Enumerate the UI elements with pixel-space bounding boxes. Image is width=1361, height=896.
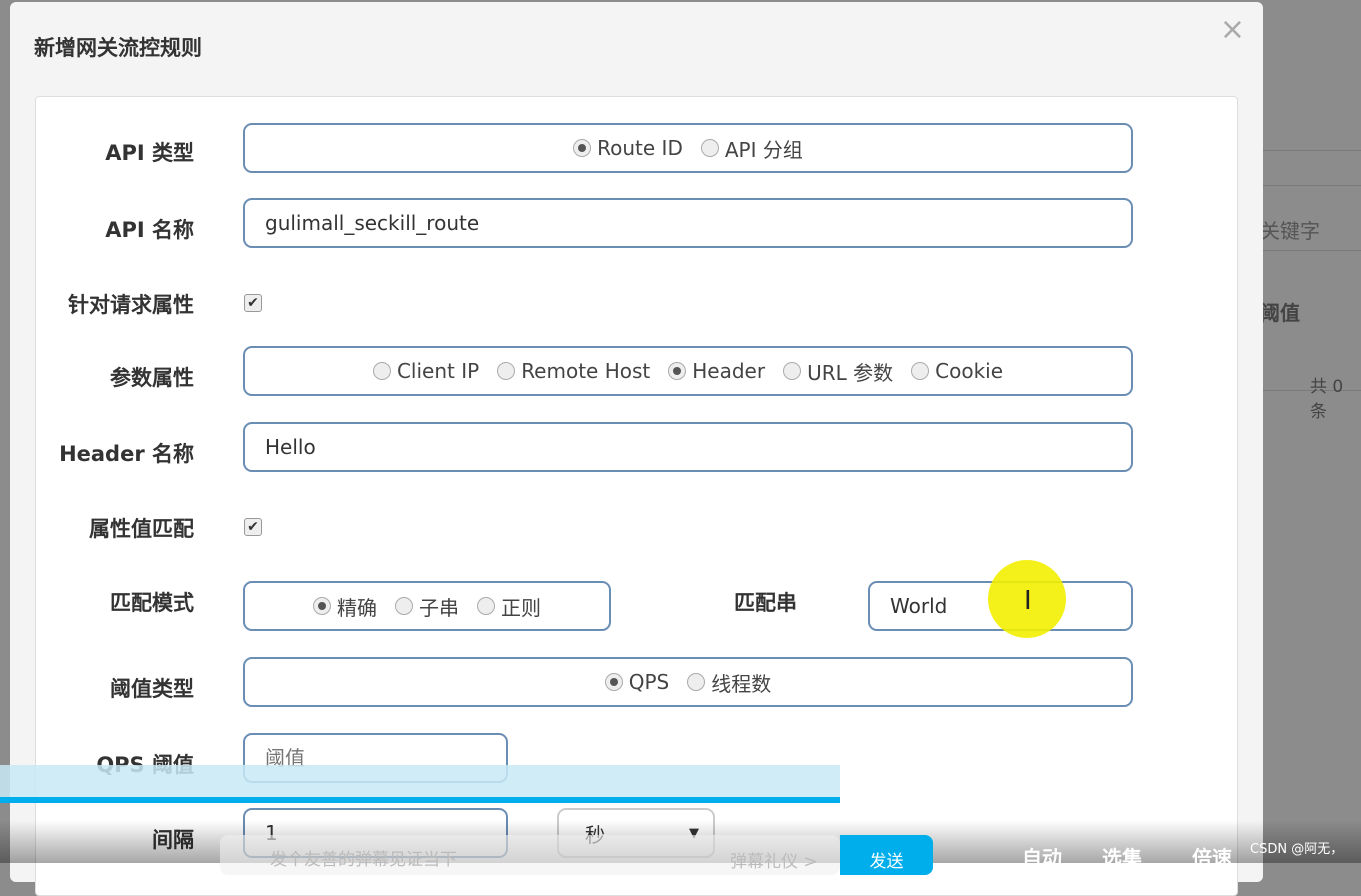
header-name-input[interactable] — [245, 435, 1131, 459]
dialog-title: 新增网关流控规则 — [34, 36, 202, 60]
radio-regex[interactable]: 正则 — [477, 592, 541, 621]
radio-client-ip[interactable]: Client IP — [372, 359, 480, 383]
request-attr-label: 针对请求属性 — [68, 293, 194, 317]
radio-icon — [573, 139, 592, 157]
api-name-label: API 名称 — [105, 218, 194, 242]
episodes-button[interactable]: 选集 — [1102, 842, 1142, 871]
danmaku-placeholder: 发个友善的弹幕见证当下 — [270, 850, 457, 870]
option-label: 线程数 — [711, 671, 772, 696]
radio-exact[interactable]: 精确 — [313, 592, 377, 621]
radio-header[interactable]: Header — [668, 359, 765, 383]
radio-icon — [372, 362, 391, 380]
option-label: Client IP — [396, 359, 480, 383]
match-mode-radio-group: 精确 子串 正则 — [243, 581, 611, 631]
radio-icon — [604, 673, 623, 691]
value-match-label: 属性值匹配 — [89, 517, 194, 541]
radio-url-param[interactable]: URL 参数 — [783, 357, 893, 386]
radio-api-group[interactable]: API 分组 — [700, 134, 803, 163]
option-label: 精确 — [337, 595, 377, 620]
add-gateway-flow-rule-dialog: 新增网关流控规则 × API 类型 Route ID API 分组 API 名称… — [10, 2, 1263, 896]
header-name-label: Header 名称 — [59, 442, 194, 466]
param-attr-label: 参数属性 — [110, 366, 194, 390]
video-progress-bar[interactable] — [0, 797, 840, 803]
option-label: Cookie — [935, 359, 1004, 383]
watermark: CSDN @阿无， — [1250, 842, 1344, 857]
radio-icon — [911, 362, 930, 380]
radio-route-id[interactable]: Route ID — [573, 136, 683, 160]
speed-button[interactable]: 倍速 — [1192, 842, 1232, 871]
request-attr-checkbox[interactable]: ✔ — [244, 294, 262, 312]
option-label: API 分组 — [724, 137, 803, 162]
option-label: Remote Host — [521, 359, 651, 383]
option-label: 正则 — [501, 595, 541, 620]
close-icon[interactable]: × — [1220, 12, 1245, 47]
radio-icon — [687, 673, 706, 691]
background-total: 共 0 条 — [1310, 377, 1344, 422]
radio-icon — [700, 139, 719, 157]
api-type-label: API 类型 — [105, 141, 194, 165]
radio-icon — [783, 362, 802, 380]
option-label: Route ID — [597, 136, 683, 160]
radio-substring[interactable]: 子串 — [395, 592, 459, 621]
radio-thread-count[interactable]: 线程数 — [687, 668, 771, 697]
match-string-label: 匹配串 — [734, 591, 797, 615]
danmaku-input[interactable]: 发个友善的弹幕见证当下 弹幕礼仪 > — [220, 835, 840, 875]
background-column-header: 阈值 — [1260, 301, 1300, 325]
api-name-input[interactable] — [245, 211, 1131, 235]
threshold-type-radio-group: QPS 线程数 — [243, 657, 1133, 707]
text-cursor-icon: I — [1024, 586, 1032, 616]
send-danmaku-button[interactable]: 发送 — [840, 835, 933, 875]
radio-icon — [668, 362, 687, 380]
option-label: URL 参数 — [807, 360, 894, 385]
radio-icon — [497, 362, 516, 380]
match-mode-label: 匹配模式 — [110, 591, 194, 615]
background-search-placeholder: 关键字 — [1260, 219, 1320, 243]
danmaku-etiquette-link[interactable]: 弹幕礼仪 > — [730, 847, 818, 872]
api-type-radio-group: Route ID API 分组 — [243, 123, 1133, 173]
radio-icon — [313, 597, 331, 615]
value-match-checkbox[interactable]: ✔ — [244, 518, 262, 536]
radio-cookie[interactable]: Cookie — [911, 359, 1003, 383]
auto-quality-button[interactable]: 自动 — [1022, 842, 1062, 871]
option-label: 子串 — [419, 595, 459, 620]
radio-remote-host[interactable]: Remote Host — [497, 359, 650, 383]
radio-icon — [477, 597, 495, 615]
radio-qps[interactable]: QPS — [604, 670, 670, 694]
option-label: QPS — [628, 670, 670, 694]
param-attr-radio-group: Client IP Remote Host Header URL 参数 Cook… — [243, 346, 1133, 396]
audio-wave — [0, 765, 840, 800]
option-label: Header — [692, 359, 766, 383]
radio-icon — [395, 597, 413, 615]
threshold-type-label: 阈值类型 — [110, 677, 194, 701]
